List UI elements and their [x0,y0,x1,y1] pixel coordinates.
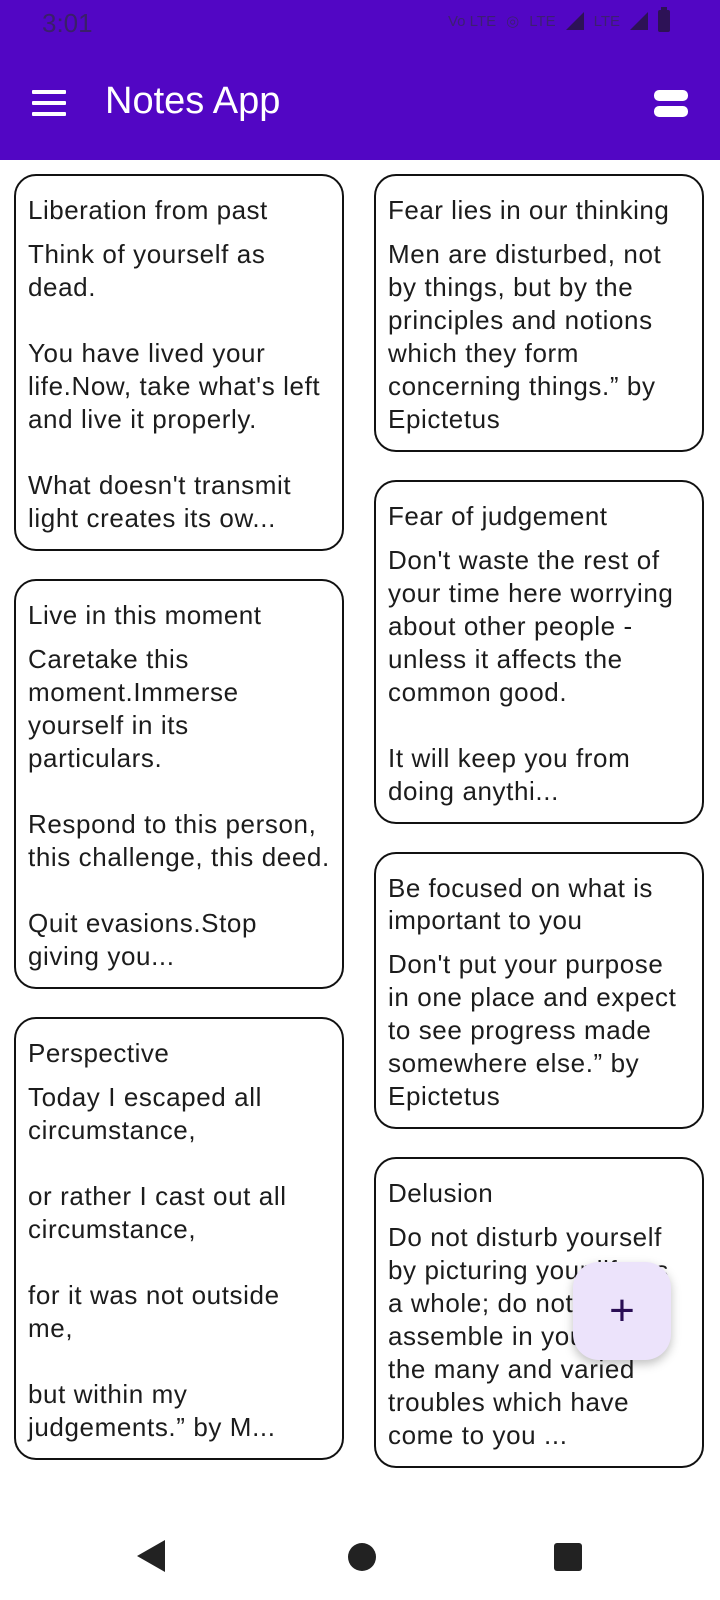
recents-icon[interactable] [554,1543,582,1571]
note-body: Caretake this moment.Immerse yourself in… [28,644,330,971]
lte-indicator-1: LTE [529,12,556,30]
notes-column-left: Liberation from past Think of yourself a… [14,174,344,1488]
note-card[interactable]: Liberation from past Think of yourself a… [14,174,344,551]
note-body: Today I escaped all circumstance, or rat… [28,1082,287,1442]
note-title: Fear lies in our thinking [388,195,670,225]
note-body: Think of yourself as dead. You have live… [28,239,321,533]
status-bar: 3:01 Vo LTE ◎ LTE LTE [0,0,720,48]
note-title: Perspective [28,1038,170,1068]
note-title: Fear of judgement [388,501,608,531]
note-body: Don't waste the rest of your time here w… [388,545,674,806]
app-title: Notes App [105,80,281,122]
signal-icon-2 [630,12,648,30]
back-icon[interactable] [137,1540,165,1572]
app-bar: Notes App [0,48,720,160]
home-icon[interactable] [348,1543,376,1571]
volte-indicator: Vo LTE [448,12,497,30]
view-toggle-icon[interactable] [654,90,688,118]
lte-indicator-2: LTE [593,12,620,30]
status-time: 3:01 [42,8,93,38]
status-icons: Vo LTE ◎ LTE LTE [448,7,670,32]
system-nav-bar [0,1515,720,1600]
note-title: Live in this moment [28,600,262,630]
note-title: Delusion [388,1178,494,1208]
note-card[interactable]: Perspective Today I escaped all circumst… [14,1017,344,1460]
note-body: Don't put your purpose in one place and … [388,949,677,1111]
battery-icon [658,7,670,32]
note-title: Liberation from past [28,195,268,225]
signal-icon-1 [565,12,584,30]
add-icon: + [609,1286,635,1335]
note-card[interactable]: Be focused on what is important to you D… [374,852,704,1129]
note-card[interactable]: Fear lies in our thinking Men are distur… [374,174,704,452]
note-title: Be focused on what is important to you [388,873,653,935]
add-note-button[interactable]: + [573,1262,671,1360]
note-card[interactable]: Live in this moment Caretake this moment… [14,579,344,989]
note-body: Men are disturbed, not by things, but by… [388,239,662,434]
hamburger-menu-icon[interactable] [32,90,66,116]
note-card[interactable]: Fear of judgement Don't waste the rest o… [374,480,704,824]
hotspot-icon: ◎ [506,13,520,30]
